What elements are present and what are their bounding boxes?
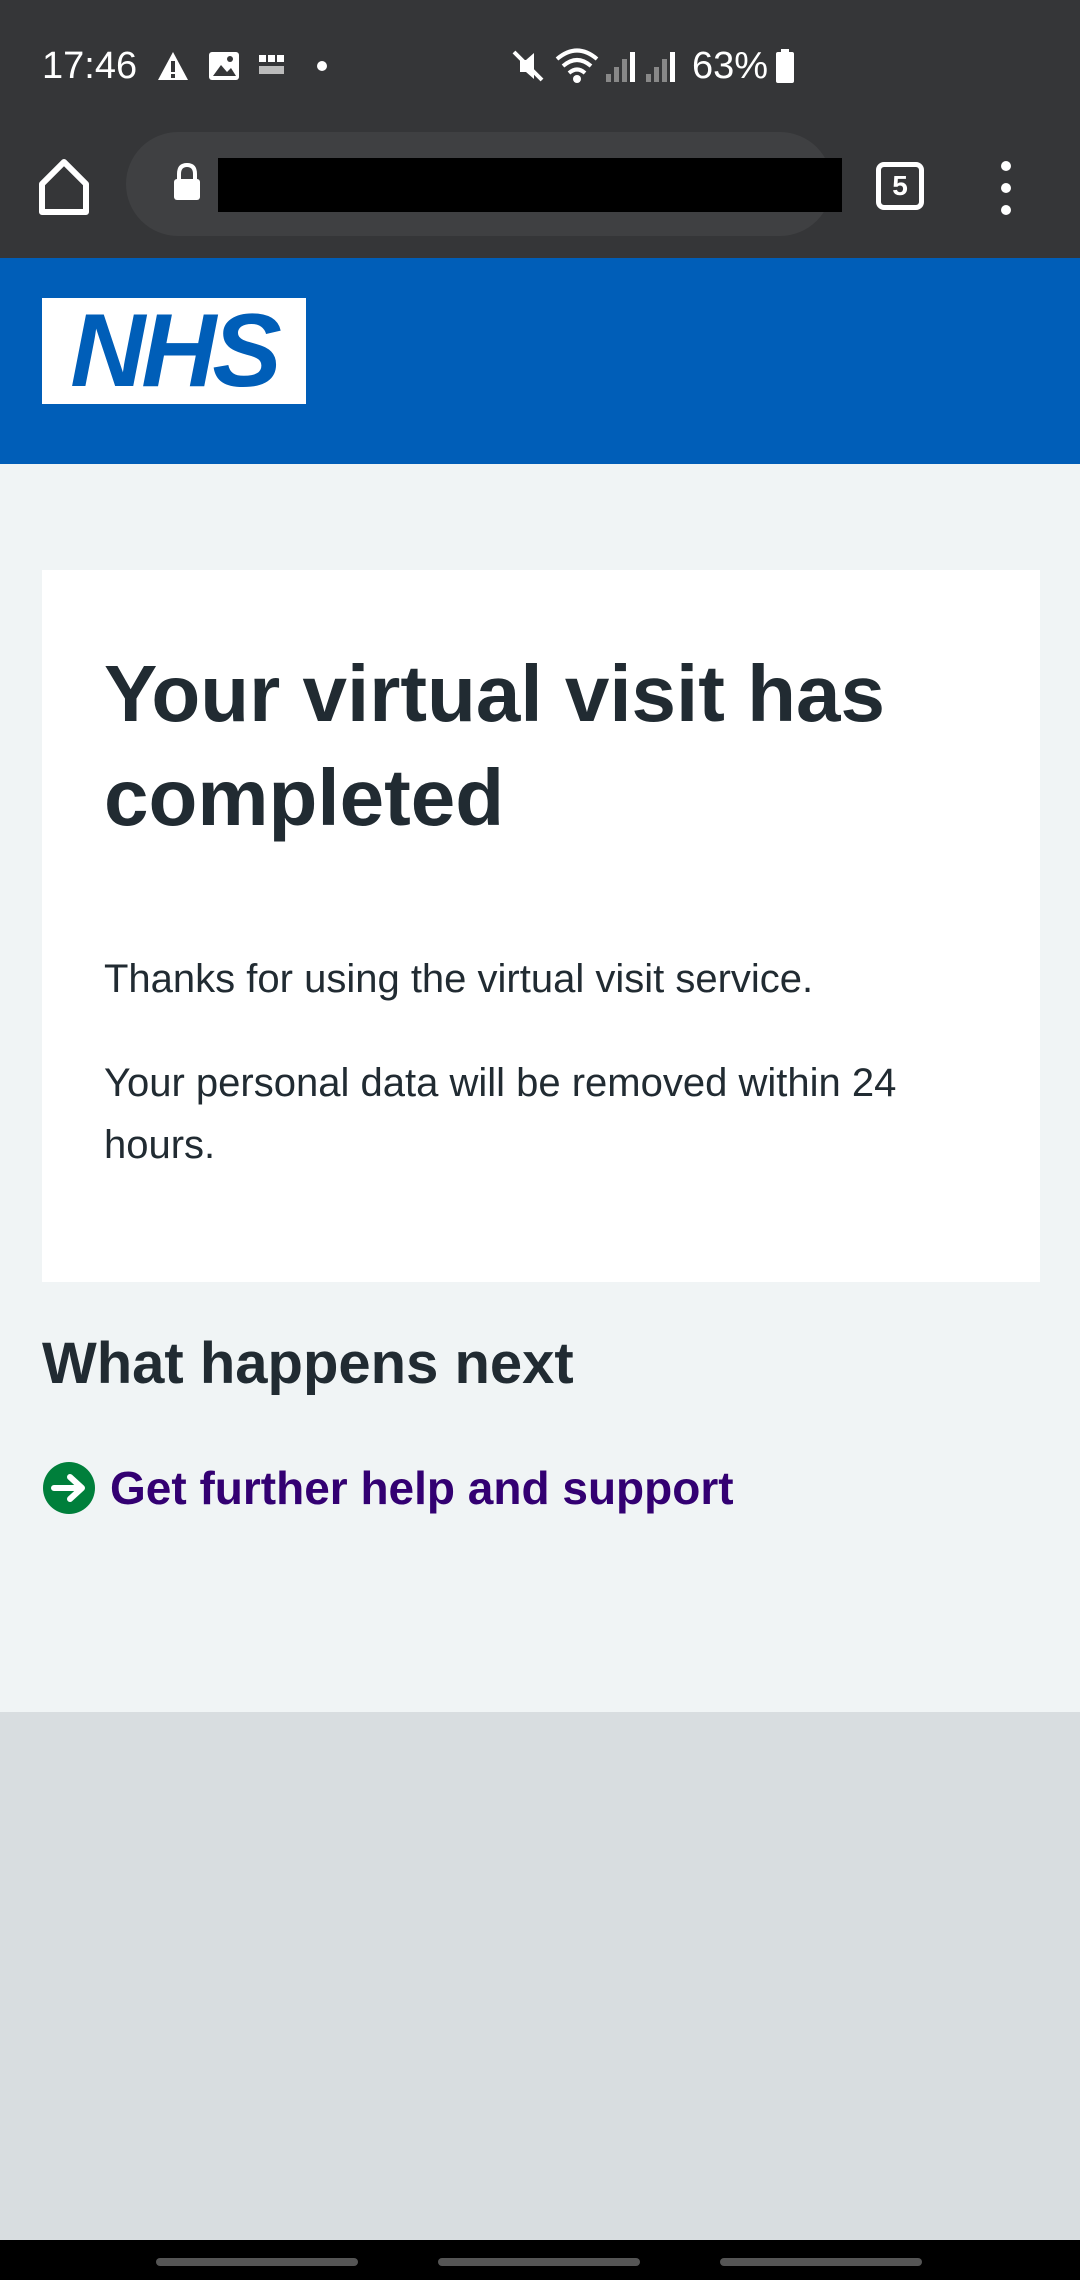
page-title: Your virtual visit has completed: [104, 649, 885, 842]
arrow-right-circle-icon: [43, 1462, 95, 1514]
url-text-redacted[interactable]: [218, 158, 842, 212]
nav-recents-button[interactable]: [156, 2258, 358, 2266]
home-icon[interactable]: [36, 154, 92, 218]
image-icon: [209, 52, 239, 80]
browser-toolbar: 5: [0, 132, 1080, 258]
status-bar: 17:46 63%: [0, 0, 1080, 132]
nav-back-button[interactable]: [720, 2258, 922, 2266]
alert-icon: [158, 52, 188, 80]
mute-icon: [512, 50, 544, 82]
battery-percent: 63%: [692, 45, 769, 87]
system-nav-bar: [0, 2240, 1080, 2280]
site-header: NHS: [0, 258, 1080, 464]
wifi-icon: [555, 48, 599, 83]
confirmation-panel: Your virtual visit has completed Thanks …: [42, 570, 1040, 1282]
status-time: 17:46: [42, 45, 138, 87]
data-removal-text: Your personal data will be removed withi…: [104, 1061, 897, 1167]
battery-icon: [776, 49, 794, 83]
lock-icon: [174, 162, 200, 200]
bbc-news-icon: [259, 55, 284, 74]
dot-icon: [317, 61, 327, 71]
tab-switcher-button[interactable]: 5: [876, 162, 924, 210]
further-help-link[interactable]: Get further help and support: [42, 1456, 734, 1520]
nhs-logo-text: NHS: [70, 293, 282, 409]
more-menu-icon[interactable]: [990, 158, 1022, 218]
nhs-logo[interactable]: NHS: [42, 298, 306, 404]
address-bar[interactable]: [126, 132, 842, 236]
thanks-text: Thanks for using the virtual visit servi…: [104, 957, 814, 1001]
main-content: Your virtual visit has completed Thanks …: [0, 464, 1080, 1712]
what-happens-next-heading: What happens next: [42, 1331, 574, 1396]
further-help-link-label[interactable]: Get further help and support: [110, 1458, 734, 1518]
signal-icon: [606, 52, 635, 82]
signal-icon: [646, 52, 675, 82]
nav-home-button[interactable]: [438, 2258, 640, 2266]
